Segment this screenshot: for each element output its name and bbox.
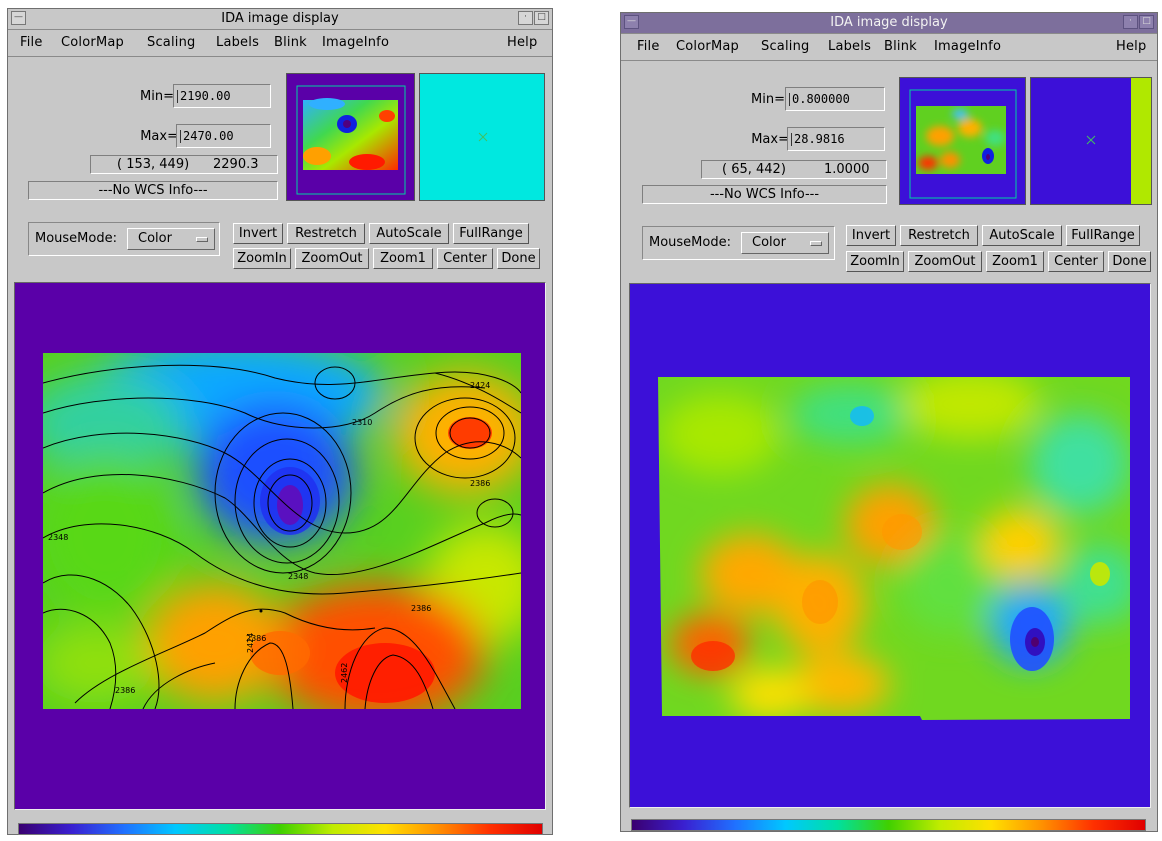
menu-scaling[interactable]: Scaling	[761, 39, 809, 54]
cursor-readout: ( 65, 442) 1.0000	[701, 160, 887, 179]
max-label: Max=	[140, 129, 178, 144]
magnifier-view	[419, 73, 545, 201]
colorbar	[631, 819, 1146, 831]
title-bar[interactable]: — IDA image display · □	[8, 9, 552, 30]
minimize-button[interactable]: ·	[518, 11, 533, 25]
cursor-value: 1.0000	[824, 162, 870, 177]
menu-blink[interactable]: Blink	[884, 39, 917, 54]
contour-label: 2386	[115, 686, 135, 695]
max-label: Max=	[751, 132, 789, 147]
menu-bar: File ColorMap Scaling Labels Blink Image…	[621, 34, 1157, 61]
panner-view[interactable]	[286, 73, 415, 201]
contour-label: 2424	[246, 633, 255, 653]
ida-window-left: — IDA image display · □ File ColorMap Sc…	[7, 8, 553, 835]
menu-colormap[interactable]: ColorMap	[676, 39, 739, 54]
restretch-button[interactable]: Restretch	[287, 223, 365, 244]
mousemode-value: Color	[752, 235, 786, 250]
max-value: 28.9816	[794, 132, 845, 146]
window-title: IDA image display	[221, 11, 339, 26]
min-value: 2190.00	[180, 89, 231, 103]
menu-labels[interactable]: Labels	[216, 35, 259, 50]
zoomout-button[interactable]: ZoomOut	[295, 248, 369, 269]
noise-image	[658, 377, 1130, 720]
wcs-info: ---No WCS Info---	[28, 181, 278, 200]
fullrange-button[interactable]: FullRange	[453, 223, 529, 244]
magnifier-edge	[1131, 78, 1151, 204]
panner-thumbnail	[909, 89, 1017, 199]
menu-scaling[interactable]: Scaling	[147, 35, 195, 50]
zoomin-button[interactable]: ZoomIn	[846, 251, 904, 272]
wcs-info: ---No WCS Info---	[642, 185, 887, 204]
fullrange-button[interactable]: FullRange	[1066, 225, 1140, 246]
cursor-readout: ( 153, 449) 2290.3	[90, 155, 278, 174]
max-value: 2470.00	[183, 129, 234, 143]
magnifier-view	[1030, 77, 1152, 205]
contour-label: 2348	[288, 572, 308, 581]
autoscale-button[interactable]: AutoScale	[982, 225, 1062, 246]
cursor-coords: ( 153, 449)	[117, 157, 190, 172]
contour-label: 2424	[470, 381, 490, 390]
contour-label: 2386	[470, 479, 490, 488]
zoom1-button[interactable]: Zoom1	[373, 248, 433, 269]
menu-file[interactable]: File	[20, 35, 43, 50]
mousemode-group: MouseMode: Color	[28, 222, 220, 256]
autoscale-button[interactable]: AutoScale	[369, 223, 449, 244]
menu-imageinfo[interactable]: ImageInfo	[322, 35, 389, 50]
restretch-button[interactable]: Restretch	[900, 225, 978, 246]
cursor-value: 2290.3	[213, 157, 259, 172]
invert-button[interactable]: Invert	[233, 223, 283, 244]
contour-image: 2424 2310 2386 2348 2348 2386 2386 2424 …	[43, 353, 521, 709]
menu-labels[interactable]: Labels	[828, 39, 871, 54]
magnifier-cursor-icon	[478, 132, 488, 142]
image-display[interactable]	[629, 283, 1151, 808]
min-label: Min=	[751, 92, 785, 107]
option-menu-icon	[196, 237, 208, 242]
center-button[interactable]: Center	[1048, 251, 1104, 272]
maximize-button[interactable]: □	[1139, 15, 1154, 29]
min-value: 0.800000	[792, 92, 850, 106]
zoomin-button[interactable]: ZoomIn	[233, 248, 291, 269]
zoomout-button[interactable]: ZoomOut	[908, 251, 982, 272]
mousemode-select[interactable]: Color	[741, 232, 829, 254]
menu-imageinfo[interactable]: ImageInfo	[934, 39, 1001, 54]
done-button[interactable]: Done	[1108, 251, 1151, 272]
contour-label: 2348	[48, 533, 68, 542]
panner-view[interactable]	[899, 77, 1026, 205]
invert-button[interactable]: Invert	[846, 225, 896, 246]
contour-label: 2310	[352, 418, 372, 427]
center-button[interactable]: Center	[437, 248, 493, 269]
zoom1-button[interactable]: Zoom1	[986, 251, 1044, 272]
minimize-button[interactable]: ·	[1123, 15, 1138, 29]
cursor-coords: ( 65, 442)	[722, 162, 786, 177]
max-input[interactable]: 2470.00	[176, 124, 271, 148]
mousemode-value: Color	[138, 231, 172, 246]
title-bar[interactable]: — IDA image display · □	[621, 13, 1157, 34]
mousemode-label: MouseMode:	[35, 231, 117, 246]
menu-blink[interactable]: Blink	[274, 35, 307, 50]
menu-help[interactable]: Help	[507, 35, 537, 50]
image-display[interactable]: 2424 2310 2386 2348 2348 2386 2386 2424 …	[14, 282, 546, 810]
menu-bar: File ColorMap Scaling Labels Blink Image…	[8, 30, 552, 57]
contour-label: 2386	[411, 604, 431, 613]
colorbar	[18, 823, 543, 835]
window-title: IDA image display	[830, 15, 948, 30]
mousemode-select[interactable]: Color	[127, 228, 215, 250]
contour-label: 2462	[340, 663, 349, 683]
min-input[interactable]: 2190.00	[173, 84, 271, 108]
maximize-button[interactable]: □	[534, 11, 549, 25]
menu-colormap[interactable]: ColorMap	[61, 35, 124, 50]
option-menu-icon	[810, 241, 822, 246]
done-button[interactable]: Done	[497, 248, 540, 269]
ida-window-right: — IDA image display · □ File ColorMap Sc…	[620, 12, 1158, 832]
menu-help[interactable]: Help	[1116, 39, 1146, 54]
panner-thumbnail	[296, 85, 406, 195]
min-label: Min=	[140, 89, 174, 104]
max-input[interactable]: 28.9816	[787, 127, 885, 151]
menu-file[interactable]: File	[637, 39, 660, 54]
mousemode-group: MouseMode: Color	[642, 226, 835, 260]
min-input[interactable]: 0.800000	[785, 87, 885, 111]
magnifier-cursor-icon	[1086, 135, 1096, 145]
mousemode-label: MouseMode:	[649, 235, 731, 250]
